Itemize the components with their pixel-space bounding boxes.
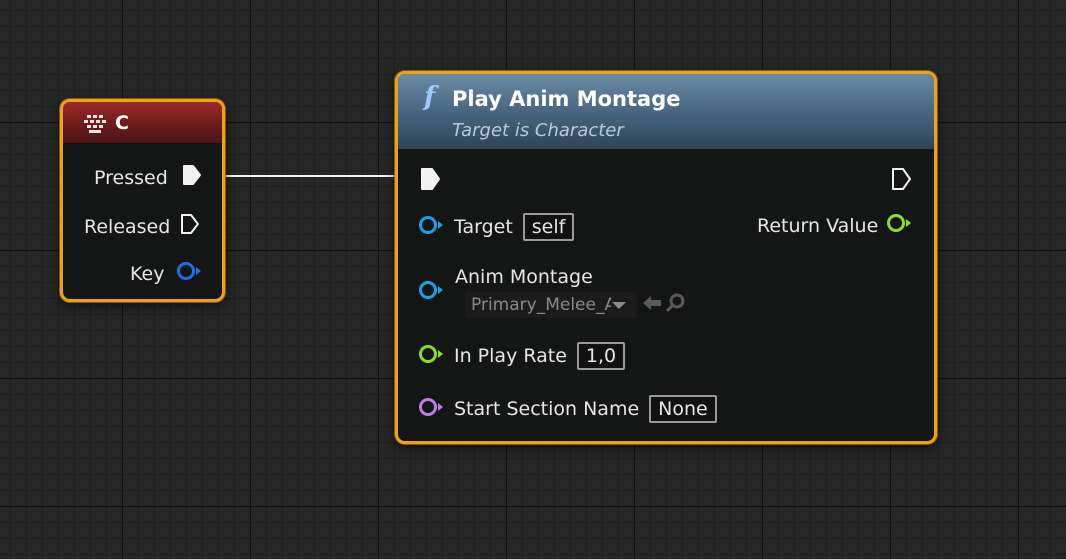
play-rate-pin-row[interactable]: In Play Rate 1,0 (418, 342, 626, 370)
anim-montage-label-row: Anim Montage (455, 266, 593, 288)
start-section-label: Start Section Name (454, 398, 640, 420)
pressed-exec-pin-icon[interactable] (182, 164, 202, 191)
return-value-pin-row[interactable]: Return Value (757, 213, 914, 238)
keyboard-icon (83, 114, 107, 133)
anim-montage-pin-row[interactable] (418, 280, 446, 305)
released-exec-pin-icon[interactable] (180, 213, 200, 240)
use-selected-arrow-icon[interactable] (641, 293, 663, 317)
anim-montage-asset-value: Primary_Melee_A (471, 295, 611, 315)
return-value-float-pin-icon[interactable] (886, 213, 914, 238)
play-anim-montage-title: Play Anim Montage (452, 87, 681, 111)
return-value-label: Return Value (757, 214, 879, 237)
pressed-pin-row[interactable]: Pressed (94, 164, 202, 191)
target-value-field[interactable]: self (522, 213, 575, 241)
key-event-header[interactable]: C (63, 102, 222, 144)
anim-montage-asset-row[interactable]: Primary_Melee_A (465, 292, 687, 318)
key-struct-pin-icon[interactable] (176, 261, 202, 286)
play-rate-value-field[interactable]: 1,0 (576, 342, 626, 370)
play-rate-label: In Play Rate (454, 345, 567, 367)
key-event-title: C (115, 111, 129, 134)
anim-montage-label: Anim Montage (455, 266, 593, 288)
target-pin-row[interactable]: Target self (418, 213, 575, 241)
dropdown-arrow-icon[interactable] (611, 295, 627, 315)
key-event-node[interactable]: C Pressed Released Key (60, 99, 225, 302)
target-label: Target (454, 216, 513, 238)
target-object-pin-icon[interactable] (418, 215, 446, 240)
released-pin-row[interactable]: Released (84, 213, 200, 240)
start-section-value-field[interactable]: None (649, 395, 717, 423)
play-anim-montage-header[interactable]: f Play Anim Montage Target is Character (398, 74, 934, 149)
key-label: Key (130, 262, 165, 285)
play-anim-montage-subtitle: Target is Character (452, 120, 624, 141)
exec-in-pin-icon[interactable] (420, 167, 442, 195)
anim-montage-asset-dropdown[interactable]: Primary_Melee_A (465, 292, 637, 318)
start-section-pin-row[interactable]: Start Section Name None (418, 395, 717, 423)
released-label: Released (84, 215, 171, 238)
browse-search-icon[interactable] (665, 292, 687, 318)
start-section-name-pin-icon[interactable] (418, 397, 446, 422)
pressed-label: Pressed (94, 166, 168, 189)
function-icon: f (424, 82, 436, 112)
play-rate-float-pin-icon[interactable] (418, 344, 446, 369)
anim-montage-object-pin-icon[interactable] (418, 280, 446, 305)
play-anim-montage-node[interactable]: f Play Anim Montage Target is Character … (395, 71, 937, 444)
exec-out-pin-icon[interactable] (891, 167, 913, 195)
key-pin-row[interactable]: Key (130, 261, 202, 286)
